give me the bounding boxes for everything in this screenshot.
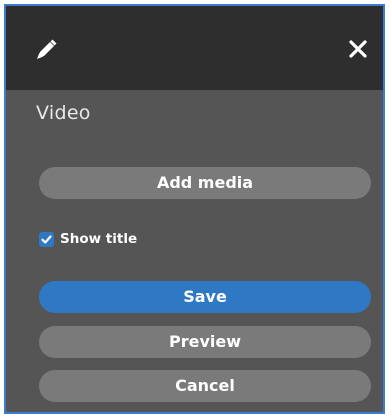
preview-button[interactable]: Preview <box>39 326 371 358</box>
show-title-label: Show title <box>60 231 138 247</box>
checkmark-icon <box>41 234 52 244</box>
save-button[interactable]: Save <box>39 281 371 313</box>
add-media-button[interactable]: Add media <box>39 167 371 199</box>
show-title-checkbox[interactable] <box>39 231 54 247</box>
pencil-icon <box>32 36 60 64</box>
panel-header <box>6 6 383 90</box>
panel-title: Video <box>36 102 91 124</box>
cancel-button[interactable]: Cancel <box>39 370 371 402</box>
close-icon[interactable] <box>345 36 371 62</box>
video-edit-panel: Video Add media Show title Save Preview … <box>4 4 385 414</box>
show-title-option[interactable]: Show title <box>39 230 137 248</box>
